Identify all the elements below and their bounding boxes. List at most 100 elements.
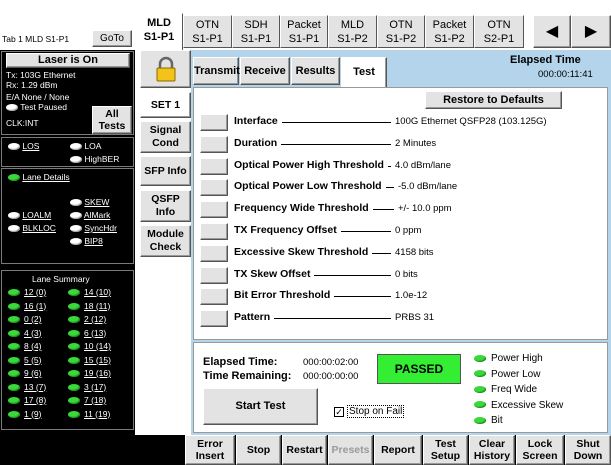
setting-edit-button[interactable] (200, 179, 228, 197)
top-tab[interactable]: Packet S1-P1 (280, 15, 328, 48)
lane-label: 5 (5) (24, 354, 42, 365)
setting-connector-line (314, 274, 391, 276)
top-tab[interactable]: OTN S1-P2 (377, 15, 425, 48)
top-tab[interactable]: Packet S1-P2 (425, 15, 474, 48)
start-test-button[interactable]: Start Test (203, 388, 318, 425)
restore-defaults-button[interactable]: Restore to Defaults (425, 91, 562, 109)
lane-summary-item: 6 (13) (68, 328, 106, 338)
elapsed-value: 000:00:02:00 (303, 357, 359, 368)
tab-results[interactable]: Results (291, 57, 340, 85)
setting-edit-button[interactable] (200, 266, 228, 284)
stop-on-fail[interactable]: ✓ Stop on Fail (334, 405, 405, 418)
indicator-label: Bit (491, 415, 503, 426)
synchdr-led (70, 225, 82, 233)
lane-label: 15 (15) (84, 354, 111, 365)
highber-led (70, 156, 82, 164)
lane-label: 7 (18) (84, 395, 107, 405)
remaining-label: Time Remaining: (203, 370, 292, 382)
setting-edit-button[interactable] (200, 288, 228, 306)
lane-details-led (8, 174, 20, 182)
lane-details-title[interactable]: Lane Details (22, 172, 69, 182)
test-paused-led (6, 104, 18, 112)
tab-line2: S2-P1 (483, 33, 515, 45)
lane-label: 2 (12) (84, 314, 107, 324)
setting-label: Excessive Skew Threshold (234, 245, 369, 258)
laser-button[interactable]: Laser is On (6, 53, 130, 68)
lane-led (8, 329, 20, 337)
tab-transmit[interactable]: Transmit (193, 57, 240, 85)
qsfp-info-button[interactable]: QSFP Info (140, 190, 191, 222)
stop-button[interactable]: Stop (236, 435, 281, 465)
lane-label: 19 (16) (84, 368, 111, 378)
clear-history-button[interactable]: Clear History (469, 435, 515, 465)
clk-status: CLK:INT (6, 118, 39, 128)
indicator-led (474, 354, 486, 362)
top-tab[interactable]: OTN S1-P1 (183, 15, 232, 48)
test-paused-label: Test Paused (20, 102, 67, 112)
indicator-label: Freq Wide (491, 384, 538, 395)
scroll-left-button[interactable]: ◀ (533, 15, 571, 48)
tab-receive[interactable]: Receive (240, 57, 290, 85)
module-check-button[interactable]: Module Check (140, 225, 191, 257)
restart-button[interactable]: Restart (282, 435, 327, 465)
indicator-label: Power Low (491, 368, 541, 380)
lane-summary-item: 14 (10) (68, 287, 111, 297)
setting-value: 0 ppm (395, 225, 422, 236)
alarm-panel: LOS LOA HighBER (1, 137, 134, 167)
lane-led (68, 302, 80, 310)
error-insert-button[interactable]: Error Insert (185, 435, 235, 465)
setting-value: +/- 10.0 ppm (398, 203, 452, 215)
elapsed-time-label: Elapsed Time (510, 54, 581, 66)
shut-down-button[interactable]: Shut Down (565, 435, 611, 465)
signal-cond-button[interactable]: Signal Cond (140, 121, 191, 153)
setting-edit-button[interactable] (200, 310, 228, 328)
lane-label: 18 (11) (84, 300, 111, 311)
tab-test[interactable]: Test (341, 57, 387, 88)
setting-edit-button[interactable] (200, 157, 228, 175)
lane-summary-item: 9 (6) (8, 368, 41, 378)
setting-value: 1.0e-12 (395, 290, 428, 302)
stop-on-fail-checkbox[interactable]: ✓ (334, 406, 344, 417)
setting-value: 100G Ethernet QSFP28 (103.125G) (395, 116, 547, 127)
top-tab[interactable]: OTN S2-P1 (474, 15, 524, 48)
lane-summary-item: 11 (19) (68, 409, 110, 419)
indicator-led (474, 370, 486, 378)
setting-edit-button[interactable] (200, 223, 228, 240)
setting-edit-button[interactable] (200, 135, 228, 153)
elapsed-time-value: 000:00:11:41 (538, 69, 593, 80)
lane-summary-item: 2 (12) (68, 314, 106, 324)
almark-label: AlMark (83, 210, 111, 220)
lock-screen-button[interactable]: Lock Screen (516, 435, 564, 465)
los-led (8, 143, 20, 151)
indicator-item: Excessive Skew (474, 400, 563, 411)
setting-connector-line (386, 187, 394, 189)
set1-button[interactable]: SET 1 (140, 92, 191, 118)
sfp-info-button[interactable]: SFP Info (140, 156, 191, 186)
tab-line1: Packet (432, 19, 467, 31)
setting-edit-button[interactable] (200, 114, 228, 131)
lane-summary-item: 5 (5) (8, 355, 41, 365)
setting-edit-button[interactable] (200, 201, 228, 219)
setting-connector-line (373, 209, 394, 211)
lane-led (8, 289, 20, 297)
all-tests-button[interactable]: All Tests (92, 106, 132, 134)
top-tab[interactable]: MLD S1-P1 (135, 13, 183, 50)
lane-summary-item: 4 (3) (8, 328, 41, 338)
goto-button[interactable]: GoTo (92, 30, 132, 47)
lane-label: 16 (1) (24, 300, 47, 311)
blkloc-led (8, 225, 20, 233)
setting-connector-line (372, 252, 391, 254)
top-tab[interactable]: MLD S1-P2 (328, 15, 377, 48)
top-tab[interactable]: SDH S1-P1 (232, 15, 280, 48)
loa-label: LOA (84, 141, 102, 151)
scroll-right-button[interactable]: ▶ (571, 15, 611, 48)
tab-line1: Packet (287, 19, 321, 31)
test-setup-button[interactable]: Test Setup (423, 435, 468, 465)
lock-button[interactable] (140, 50, 191, 88)
setting-edit-button[interactable] (200, 244, 228, 262)
report-button[interactable]: Report (374, 435, 422, 465)
tab-line2: S1-P1 (192, 33, 223, 45)
tab-line1: OTN (195, 19, 220, 31)
lane-summary-item: 15 (15) (68, 355, 111, 365)
lane-summary-item: 10 (14) (68, 341, 111, 351)
